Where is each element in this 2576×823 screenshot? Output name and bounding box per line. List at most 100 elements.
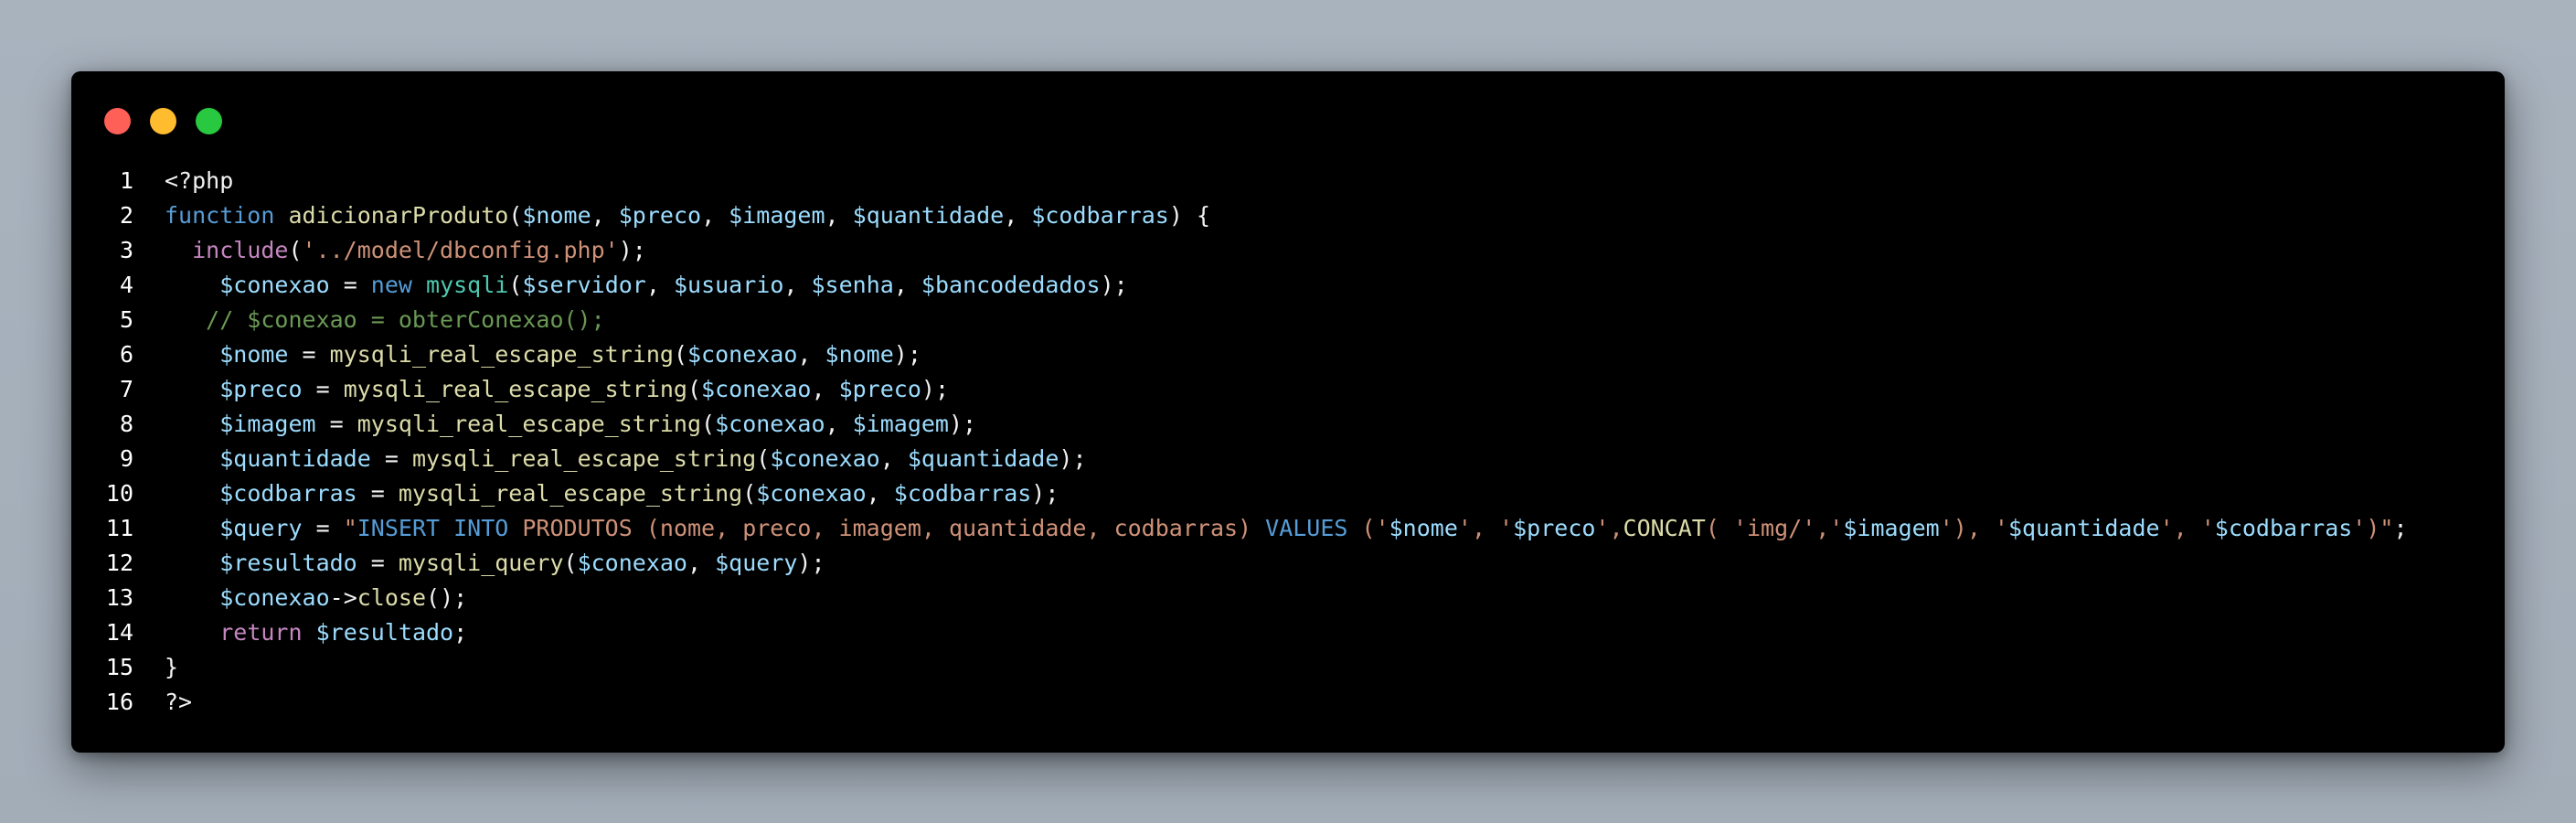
code-token-string: '../model/dbconfig.php' (302, 237, 619, 263)
code-token-var: $conexao (687, 341, 798, 368)
minimize-window-button[interactable] (150, 108, 176, 134)
code-token-var: $codbarras (1031, 202, 1169, 229)
code-token-func: mysqli_real_escape_string (411, 445, 757, 472)
line-number: 3 (119, 237, 133, 263)
code-block: 1 <?php 2 function adicionarProduto($nome, … (71, 164, 2505, 720)
code-token-var: $query (219, 515, 303, 541)
code-token-plain: ); (797, 550, 825, 576)
code-token-plain: } (165, 654, 179, 680)
code-token-plain: , (797, 341, 825, 368)
code-token-var: $preco (618, 202, 702, 229)
code-token-var: $codbarras (893, 480, 1032, 507)
code-token-func: mysqli_query (398, 550, 564, 576)
line-number: 14 (105, 619, 133, 646)
code-token-var: $preco (1513, 515, 1596, 541)
code-token-plain: ( (673, 341, 687, 368)
code-line: 4 $conexao = new mysqli($servidor, $usua… (71, 268, 2505, 303)
code-token-plain: , (701, 202, 729, 229)
code-token-var: $conexao (219, 272, 330, 298)
code-token-plain: ( (742, 480, 757, 507)
code-text: <?php (133, 164, 233, 198)
code-line: 12 $resultado = mysqli_query($conexao, $… (71, 546, 2505, 581)
code-token-plain: ( (508, 272, 523, 298)
code-token-plain: ); (1100, 272, 1128, 298)
code-line: 8 $imagem = mysqli_real_escape_string($c… (71, 407, 2505, 442)
code-token-plain: , (645, 272, 674, 298)
line-number: 8 (119, 411, 133, 437)
code-token-plain: ( (508, 202, 523, 229)
code-token-plain: , (1004, 202, 1032, 229)
code-token-plain: ( (288, 237, 303, 263)
code-token-plain: ( (756, 445, 771, 472)
code-token-var: $conexao (577, 550, 687, 576)
code-token-plain: , (866, 480, 894, 507)
code-token-keyword: new (370, 272, 412, 298)
code-token-var: $imagem (729, 202, 825, 229)
code-token-var: $conexao (701, 376, 812, 402)
code-token-func: mysqli_real_escape_string (329, 341, 674, 368)
code-token-plain: ); (1059, 445, 1087, 472)
code-text: ?> (133, 685, 192, 720)
code-token-plain: -> (329, 584, 357, 611)
code-line: 11 $query = "INSERT INTO PRODUTOS (nome,… (71, 511, 2505, 546)
code-token-keyword: function (165, 202, 275, 229)
line-number: 12 (105, 550, 133, 576)
code-text: $imagem = mysqli_real_escape_string($con… (133, 407, 976, 442)
code-token-var: $servidor (522, 272, 646, 298)
code-token-plain: , (879, 445, 908, 472)
code-token-string: ', ' (2159, 515, 2215, 541)
code-token-plain: ( (563, 550, 578, 576)
line-number: 11 (105, 515, 133, 541)
code-text: $conexao->close(); (133, 581, 467, 615)
code-token-plain: <?php (165, 167, 234, 194)
code-line: 1 <?php (71, 164, 2505, 198)
code-token-string: '), ' (1939, 515, 2008, 541)
code-token-plain: ; (453, 619, 468, 646)
code-line: 7 $preco = mysqli_real_escape_string($co… (71, 372, 2505, 407)
maximize-window-button[interactable] (196, 108, 222, 134)
code-token-func: close (357, 584, 427, 611)
code-token-var: $codbarras (219, 480, 357, 507)
line-number: 2 (119, 202, 133, 229)
line-number: 1 (119, 167, 133, 194)
code-token-plain: = (329, 272, 371, 298)
code-text: // $conexao = obterConexao(); (133, 303, 605, 337)
code-token-var: $quantidade (907, 445, 1059, 472)
line-number: 6 (119, 341, 133, 368)
code-token-func: mysqli_real_escape_string (357, 411, 702, 437)
code-token-plain: , (893, 272, 921, 298)
code-token-plain: , (811, 376, 839, 402)
code-text: $quantidade = mysqli_real_escape_string(… (133, 442, 1087, 476)
line-number: 15 (105, 654, 133, 680)
code-line: 13 $conexao->close(); (71, 581, 2505, 615)
close-window-button[interactable] (104, 108, 131, 134)
code-text: $resultado = mysqli_query($conexao, $que… (133, 546, 825, 581)
code-token-var: $imagem (219, 411, 316, 437)
line-number: 9 (119, 445, 133, 472)
code-token-plain: = (315, 411, 357, 437)
code-text: $codbarras = mysqli_real_escape_string($… (133, 476, 1059, 511)
code-token-var: $quantidade (852, 202, 1005, 229)
code-token-ctrl: return (219, 619, 303, 646)
code-token-var: $preco (219, 376, 303, 402)
code-token-var: $conexao (219, 584, 330, 611)
code-token-comment: // $conexao = obterConexao(); (206, 306, 605, 333)
code-token-plain: = (370, 445, 412, 472)
code-token-plain: ; (2393, 515, 2408, 541)
code-token-var: $resultado (315, 619, 454, 646)
code-token-string: ', ' (1457, 515, 1514, 541)
code-token-var: $nome (1389, 515, 1458, 541)
code-text: } (133, 650, 178, 685)
code-token-plain: ); (948, 411, 977, 437)
code-token-var: $imagem (852, 411, 949, 437)
